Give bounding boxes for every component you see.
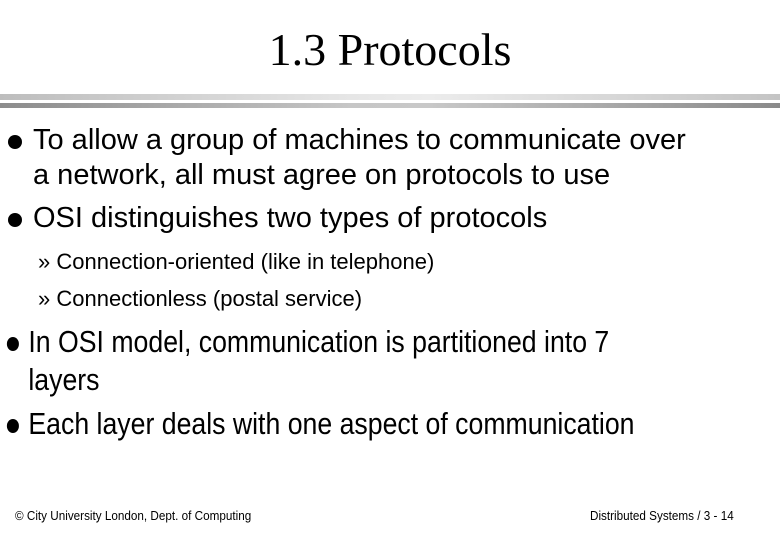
bullet-dot-icon xyxy=(8,213,22,227)
bullet-text: layers xyxy=(28,362,100,397)
bullet-text: a network, all must agree on protocols t… xyxy=(33,159,611,191)
bullet-dot-icon xyxy=(8,135,22,149)
sub-bullet-item: » Connectionless (postal service) xyxy=(38,285,362,313)
slide-title: 1.3 Protocols xyxy=(268,24,512,75)
sub-bullet-marker-icon: » xyxy=(38,286,51,311)
bullet-dot-icon xyxy=(6,337,19,351)
sub-bullet-text: Connection-oriented (like in telephone) xyxy=(56,249,435,274)
title-divider-dark xyxy=(0,103,780,108)
sub-bullet-text: Connectionless (postal service) xyxy=(56,286,363,311)
sub-bullet-marker-icon: » xyxy=(38,249,51,274)
bullet-text: Each layer deals with one aspect of comm… xyxy=(28,406,635,441)
sub-bullet-item: » Connection-oriented (like in telephone… xyxy=(38,248,434,276)
title-divider-light xyxy=(0,94,780,100)
footer-copyright: © City University London, Dept. of Compu… xyxy=(15,508,252,523)
bullet-text: In OSI model, communication is partition… xyxy=(28,324,610,359)
bullet-dot-icon xyxy=(6,419,19,433)
bullet-text: OSI distinguishes two types of protocols xyxy=(33,202,548,234)
footer-page-info: Distributed Systems / 3 - 14 xyxy=(590,508,734,523)
bullet-text: To allow a group of machines to communic… xyxy=(33,124,686,156)
